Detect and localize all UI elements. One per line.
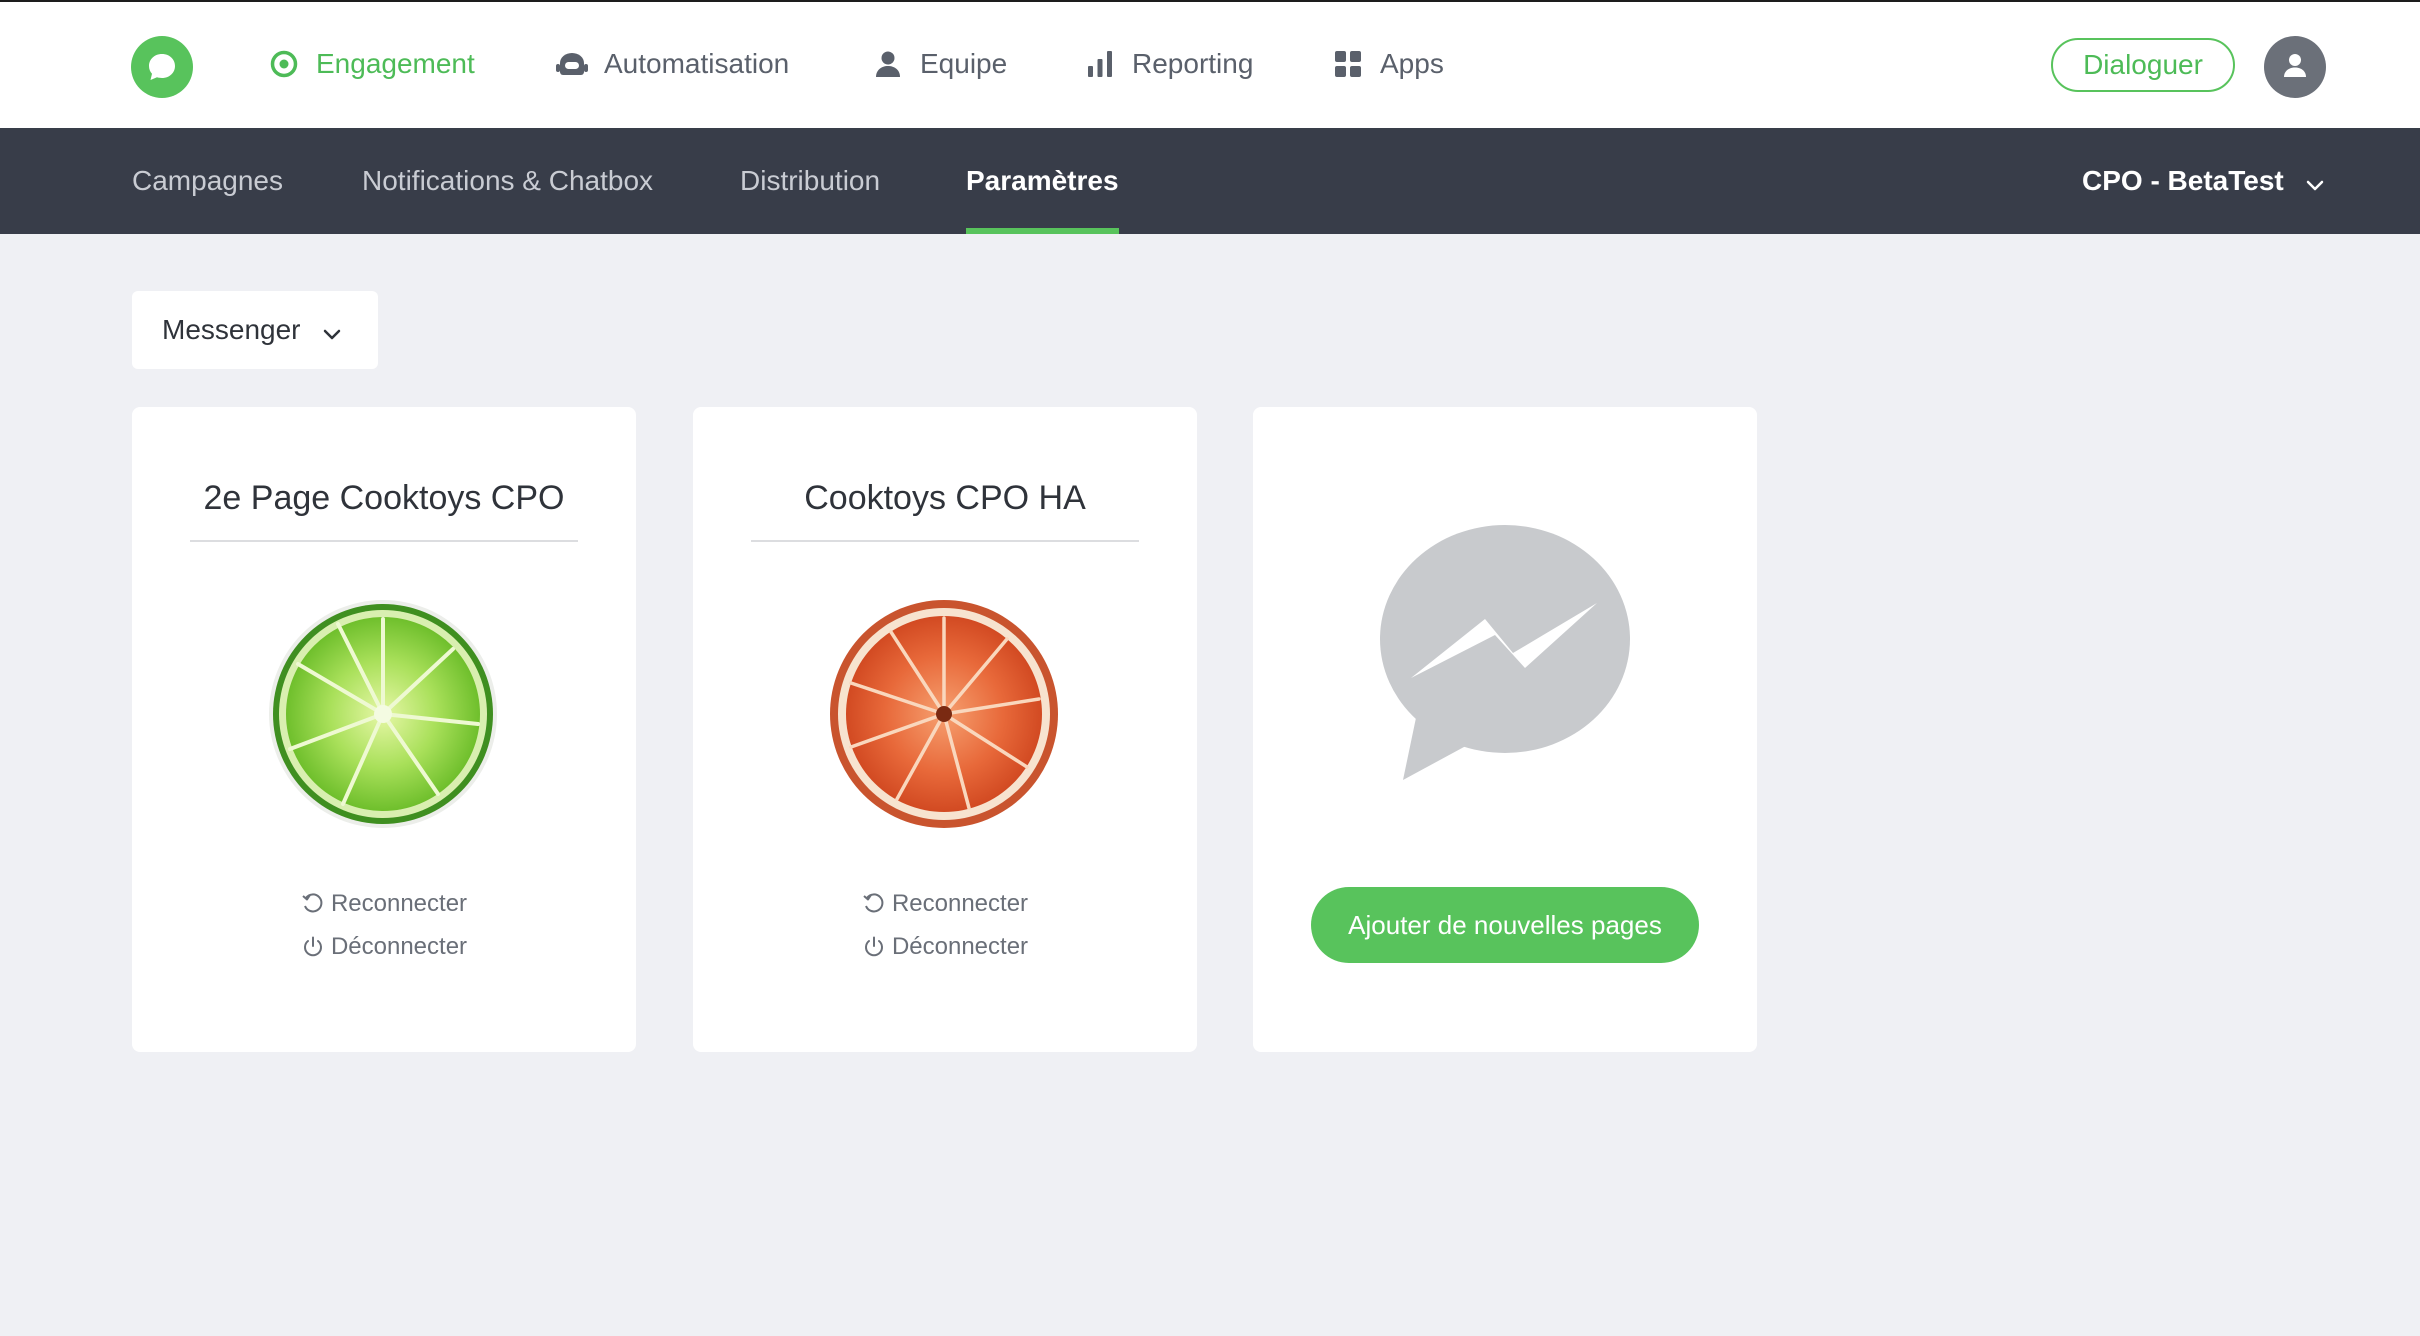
nav-label: Equipe (920, 48, 1008, 79)
bar-chart-icon (1082, 46, 1118, 82)
refresh-icon (302, 893, 323, 913)
page-card: Cooktoys CPO HA Reconnecter Déconnecter (693, 407, 1197, 1052)
disconnect-label: Déconnecter (330, 933, 468, 960)
nav-label: Apps (1380, 48, 1444, 79)
org-selector[interactable]: CPO - BetaTest (2082, 128, 2324, 234)
page-title: Cooktoys CPO HA (804, 479, 1086, 517)
add-pages-button[interactable]: Ajouter de nouvelles pages (1311, 887, 1699, 963)
power-icon (864, 936, 883, 957)
chat-bubble-icon (149, 54, 175, 80)
user-icon (2284, 54, 2306, 77)
tab-campagnes[interactable]: Campagnes (132, 128, 283, 234)
org-selector-label: CPO - BetaTest (2082, 165, 2284, 196)
app-logo[interactable] (131, 36, 193, 98)
user-icon (870, 46, 906, 82)
reconnect-button[interactable]: Reconnecter (132, 890, 636, 918)
chevron-down-icon (323, 316, 341, 348)
tab-notifications-chatbox[interactable]: Notifications & Chatbox (362, 128, 653, 234)
card-divider (190, 540, 578, 542)
target-icon (266, 46, 302, 82)
tab-distribution[interactable]: Distribution (740, 128, 880, 234)
reconnect-label: Reconnecter (891, 890, 1029, 917)
nav-label: Automatisation (604, 48, 790, 79)
channel-select-value: Messenger (162, 314, 301, 345)
nav-apps[interactable]: Apps (1330, 42, 1444, 86)
messenger-icon (1380, 525, 1630, 780)
robot-icon (554, 46, 590, 82)
chevron-down-icon (2306, 167, 2324, 199)
card-divider (751, 540, 1139, 542)
page-avatar-grapefruit (830, 600, 1058, 828)
sub-navigation: Campagnes Notifications & Chatbox Distri… (0, 128, 2420, 234)
dialoguer-button[interactable]: Dialoguer (2051, 38, 2235, 92)
top-navigation: Engagement Automatisation Equipe Reporti… (0, 0, 2420, 128)
disconnect-label: Déconnecter (891, 933, 1029, 960)
nav-equipe[interactable]: Equipe (870, 42, 1007, 86)
nav-reporting[interactable]: Reporting (1082, 42, 1253, 86)
refresh-icon (863, 893, 884, 913)
user-avatar[interactable] (2264, 36, 2326, 98)
nav-label: Reporting (1132, 48, 1254, 79)
add-page-card: Ajouter de nouvelles pages (1253, 407, 1757, 1052)
nav-label: Engagement (316, 48, 475, 79)
tab-parametres[interactable]: Paramètres (966, 128, 1119, 234)
reconnect-label: Reconnecter (330, 890, 468, 917)
nav-automatisation[interactable]: Automatisation (554, 42, 789, 86)
nav-engagement[interactable]: Engagement (266, 42, 475, 86)
grid-icon (1330, 46, 1366, 82)
power-icon (303, 936, 322, 957)
disconnect-button[interactable]: Déconnecter (132, 933, 636, 961)
page-card: 2e Page Cooktoys CPO Reconnecter Déconne… (132, 407, 636, 1052)
page-avatar-lime (269, 600, 497, 828)
disconnect-button[interactable]: Déconnecter (693, 933, 1197, 961)
reconnect-button[interactable]: Reconnecter (693, 890, 1197, 918)
channel-select[interactable]: Messenger (132, 291, 378, 369)
page-title: 2e Page Cooktoys CPO (203, 479, 565, 517)
